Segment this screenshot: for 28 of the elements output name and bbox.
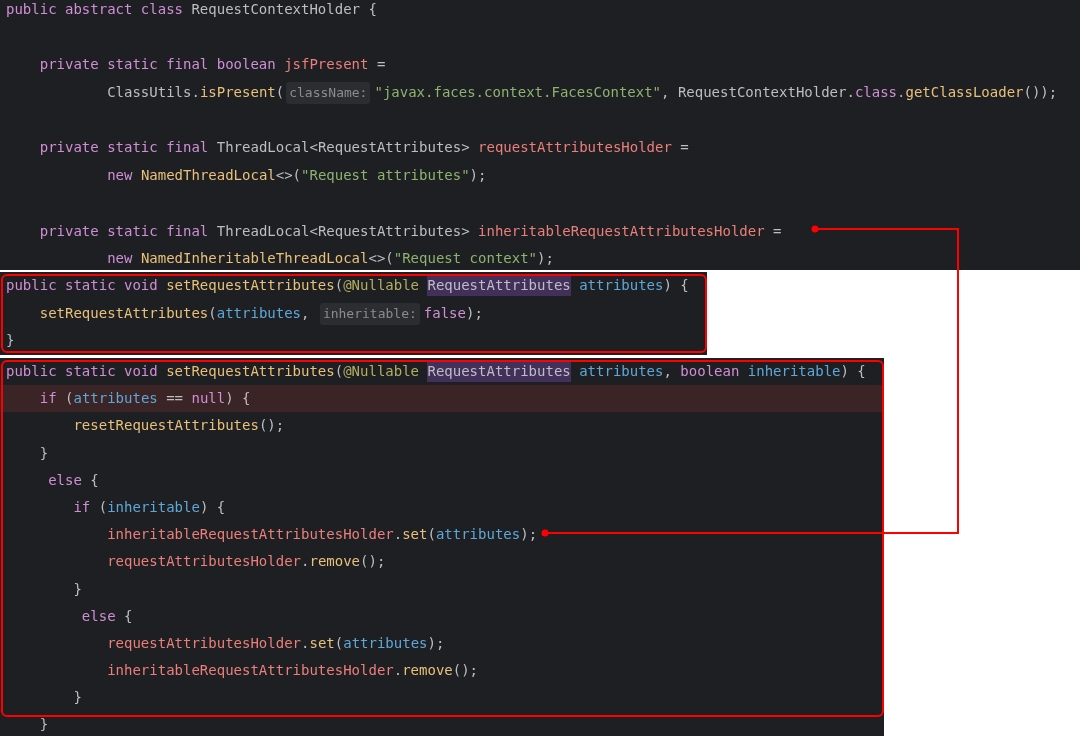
code-text: } xyxy=(39,443,49,463)
code-text: public static void setRequestAttributes(@Nullable RequestAttributes attributes, boolean inheritable) { xyxy=(6,358,866,386)
code-text: "javax.faces.context.FacesContext", RequestContextHolder.class.getClassLoader()); xyxy=(374,83,1058,103)
code-text: } xyxy=(39,715,49,735)
code-text: private static final ThreadLocal<RequestAttributes> requestAttributesHolder = xyxy=(39,138,689,158)
code-text: } xyxy=(73,688,82,708)
code-text: if (attributes == null) { xyxy=(39,389,251,409)
parameter-hint: inheritable: xyxy=(319,302,420,325)
code-text: private static final ThreadLocal<RequestAttributes> inheritableRequestAttributesHolder = xyxy=(39,221,782,241)
code-text: resetRequestAttributes(); xyxy=(73,416,285,436)
code-text: requestAttributesHolder.set(attributes); xyxy=(107,633,445,653)
code-text: requestAttributesHolder.remove(); xyxy=(107,552,386,572)
code-text: } xyxy=(73,579,82,599)
code-text: public abstract class RequestContextHolder { xyxy=(6,0,377,19)
code-text: new NamedThreadLocal<>("Request attributes"); xyxy=(107,166,487,186)
code-text: new NamedInheritableThreadLocal<>("Request context"); xyxy=(107,249,554,269)
code-text: inheritableRequestAttributesHolder.remove(); xyxy=(107,661,479,681)
code-text: } xyxy=(6,331,15,351)
code-text: if (inheritable) { xyxy=(73,497,226,517)
code-text: false); xyxy=(423,303,483,323)
code-text: else { xyxy=(81,606,133,626)
code-text: inheritableRequestAttributesHolder.set(attributes); xyxy=(107,525,538,545)
code-text: setRequestAttributes(attributes, xyxy=(39,303,311,323)
code-text: else { xyxy=(48,470,99,490)
code-text: ClassUtils.isPresent( xyxy=(107,83,285,103)
code-text: public static void setRequestAttributes(@Nullable RequestAttributes attributes) { xyxy=(6,272,689,300)
parameter-hint: className: xyxy=(286,81,371,104)
code-text: private static final boolean jsfPresent = xyxy=(39,55,386,75)
